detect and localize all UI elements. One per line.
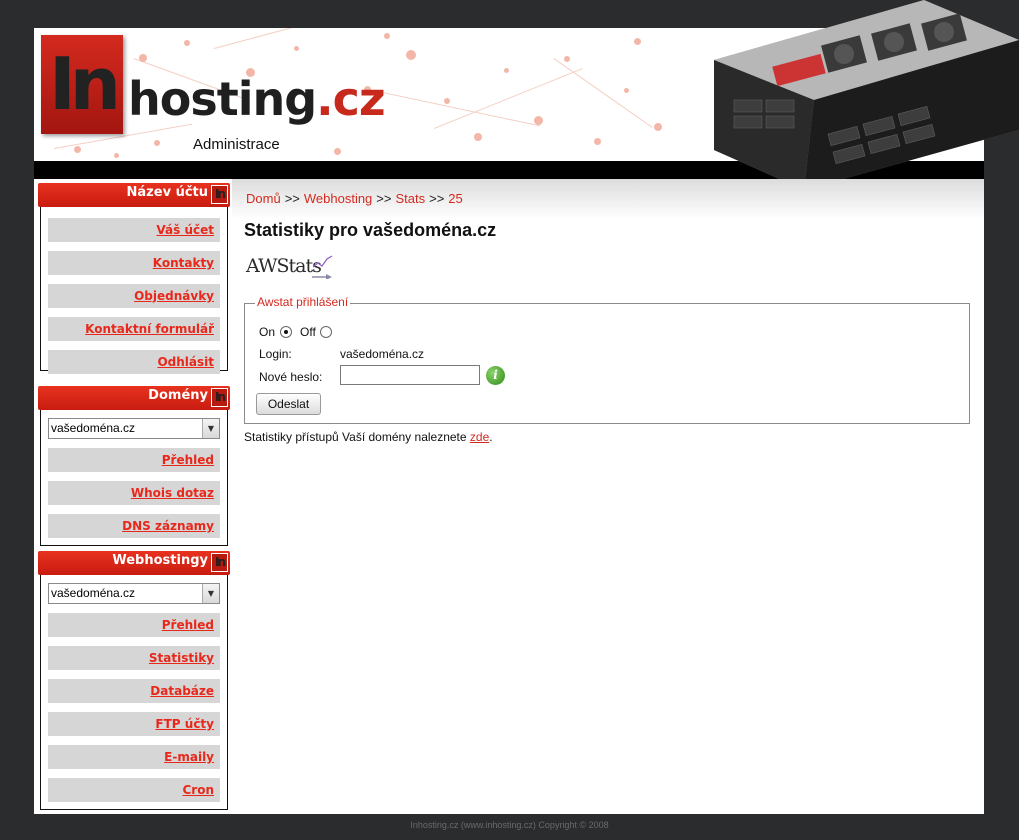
stats-note-text: Statistiky přístupů Vaší domény naleznet… [244,430,467,444]
sidebar-item-vas-ucet[interactable]: Váš účet [48,218,220,242]
sidebar-item-webhosting-prehled[interactable]: Přehled [48,613,220,637]
password-label: Nové heslo: [259,370,323,384]
sidebar-webhosting-header: Webhostingy In [38,551,230,575]
breadcrumb: Domů >> Webhosting >> Stats >> 25 [246,191,463,206]
server-image [714,0,1019,190]
sidebar-item-databaze[interactable]: Databáze [48,679,220,703]
radio-off[interactable] [320,326,332,338]
sidebar-link-emaily[interactable]: E-maily [164,750,214,764]
sidebar-item-objednavky[interactable]: Objednávky [48,284,220,308]
radio-on[interactable] [280,326,292,338]
logo-wordmark: hosting.cz [128,72,386,126]
password-input[interactable] [340,365,480,385]
stats-note-suffix: . [489,430,493,444]
sidebar-domains-header: Domény In [38,386,230,410]
sidebar-webhosting-title: Webhostingy [112,553,208,568]
stats-link[interactable]: zde [470,430,489,444]
webhosting-select-value: vašedoména.cz [51,586,136,600]
awstat-login-fieldset: Awstat přihlášení On Off Login: vašedomé… [244,295,970,424]
breadcrumb-separator: >> [376,191,392,206]
sidebar-webhosting-box: Webhostingy In vašedoména.cz ▼ Přehled S… [38,551,230,810]
sidebar-item-whois[interactable]: Whois dotaz [48,481,220,505]
sidebar-link-odhlasit[interactable]: Odhlásit [157,355,214,369]
awstats-logo: AWStats [246,255,333,283]
sidebar-link-ftp[interactable]: FTP účty [155,717,214,731]
sidebar-link-objednavky[interactable]: Objednávky [134,289,214,303]
domain-select[interactable]: vašedoména.cz ▼ [48,418,220,439]
sidebar-item-cron[interactable]: Cron [48,778,220,802]
sidebar-link-vas-ucet[interactable]: Váš účet [156,223,214,237]
breadcrumb-stats[interactable]: Stats [395,191,425,206]
login-value: vašedoména.cz [340,347,425,361]
breadcrumb-bar: Domů >> Webhosting >> Stats >> 25 [232,179,984,219]
sidebar-logo-icon: In [211,388,228,407]
sidebar-logo-icon: In [211,553,228,572]
sidebar-link-webhosting-prehled[interactable]: Přehled [162,618,214,632]
radio-on-label: On [259,325,276,339]
footer-copyright: Inhosting.cz (www.inhosting.cz) Copyrigh… [410,820,609,830]
submit-button[interactable]: Odeslat [256,393,321,415]
awstats-logo-text: AWStats [246,255,322,277]
breadcrumb-separator: >> [429,191,445,206]
sidebar-account-title: Název účtu [126,185,208,200]
page-title: Statistiky pro vašedoména.cz [244,220,497,240]
logo-tld-text: .cz [316,72,386,126]
sidebar-link-whois[interactable]: Whois dotaz [131,486,214,500]
breadcrumb-separator: >> [284,191,300,206]
sidebar-link-kontaktni-formular[interactable]: Kontaktní formulář [85,322,214,336]
breadcrumb-webhosting[interactable]: Webhosting [304,191,372,206]
chevron-down-icon[interactable]: ▼ [202,419,219,438]
sidebar-item-statistiky[interactable]: Statistiky [48,646,220,670]
breadcrumb-current[interactable]: 25 [448,191,462,206]
sidebar-account-box: Název účtu In Váš účet Kontakty Objednáv… [38,183,230,374]
sidebar-item-ftp[interactable]: FTP účty [48,712,220,736]
page-container: In hosting.cz Administrace Název účtu In… [34,0,1019,814]
sidebar-item-domains-prehled[interactable]: Přehled [48,448,220,472]
webhosting-select[interactable]: vašedoména.cz ▼ [48,583,220,604]
domain-select-value: vašedoména.cz [51,421,136,435]
sidebar-logo-icon: In [211,185,228,204]
sidebar-link-cron[interactable]: Cron [182,783,214,797]
fieldset-legend: Awstat přihlášení [255,295,351,309]
sidebar-link-domains-prehled[interactable]: Přehled [162,453,214,467]
sidebar-domains-box: Domény In vašedoména.cz ▼ Přehled Whois … [38,386,230,546]
chevron-down-icon[interactable]: ▼ [202,584,219,603]
radio-off-label: Off [300,325,316,339]
sidebar-item-kontakty[interactable]: Kontakty [48,251,220,275]
info-icon[interactable]: i [486,366,505,385]
logo-main-text: hosting [128,72,317,126]
sidebar-item-odhlasit[interactable]: Odhlásit [48,350,220,374]
header-subtitle: Administrace [193,136,280,153]
logo-mark: In [41,35,123,134]
sidebar-link-databaze[interactable]: Databáze [150,684,214,698]
sidebar-item-dns[interactable]: DNS záznamy [48,514,220,538]
sidebar-item-kontaktni-formular[interactable]: Kontaktní formulář [48,317,220,341]
sidebar-link-statistiky[interactable]: Statistiky [149,651,214,665]
sidebar-link-dns[interactable]: DNS záznamy [122,519,214,533]
sidebar-domains-title: Domény [148,388,208,403]
sidebar-item-emaily[interactable]: E-maily [48,745,220,769]
sidebar-account-header: Název účtu In [38,183,230,207]
sidebar-link-kontakty[interactable]: Kontakty [153,256,214,270]
stats-note: Statistiky přístupů Vaší domény naleznet… [244,430,493,444]
awstats-chart-icon [312,255,333,279]
breadcrumb-home[interactable]: Domů [246,191,281,206]
login-label: Login: [259,347,292,361]
